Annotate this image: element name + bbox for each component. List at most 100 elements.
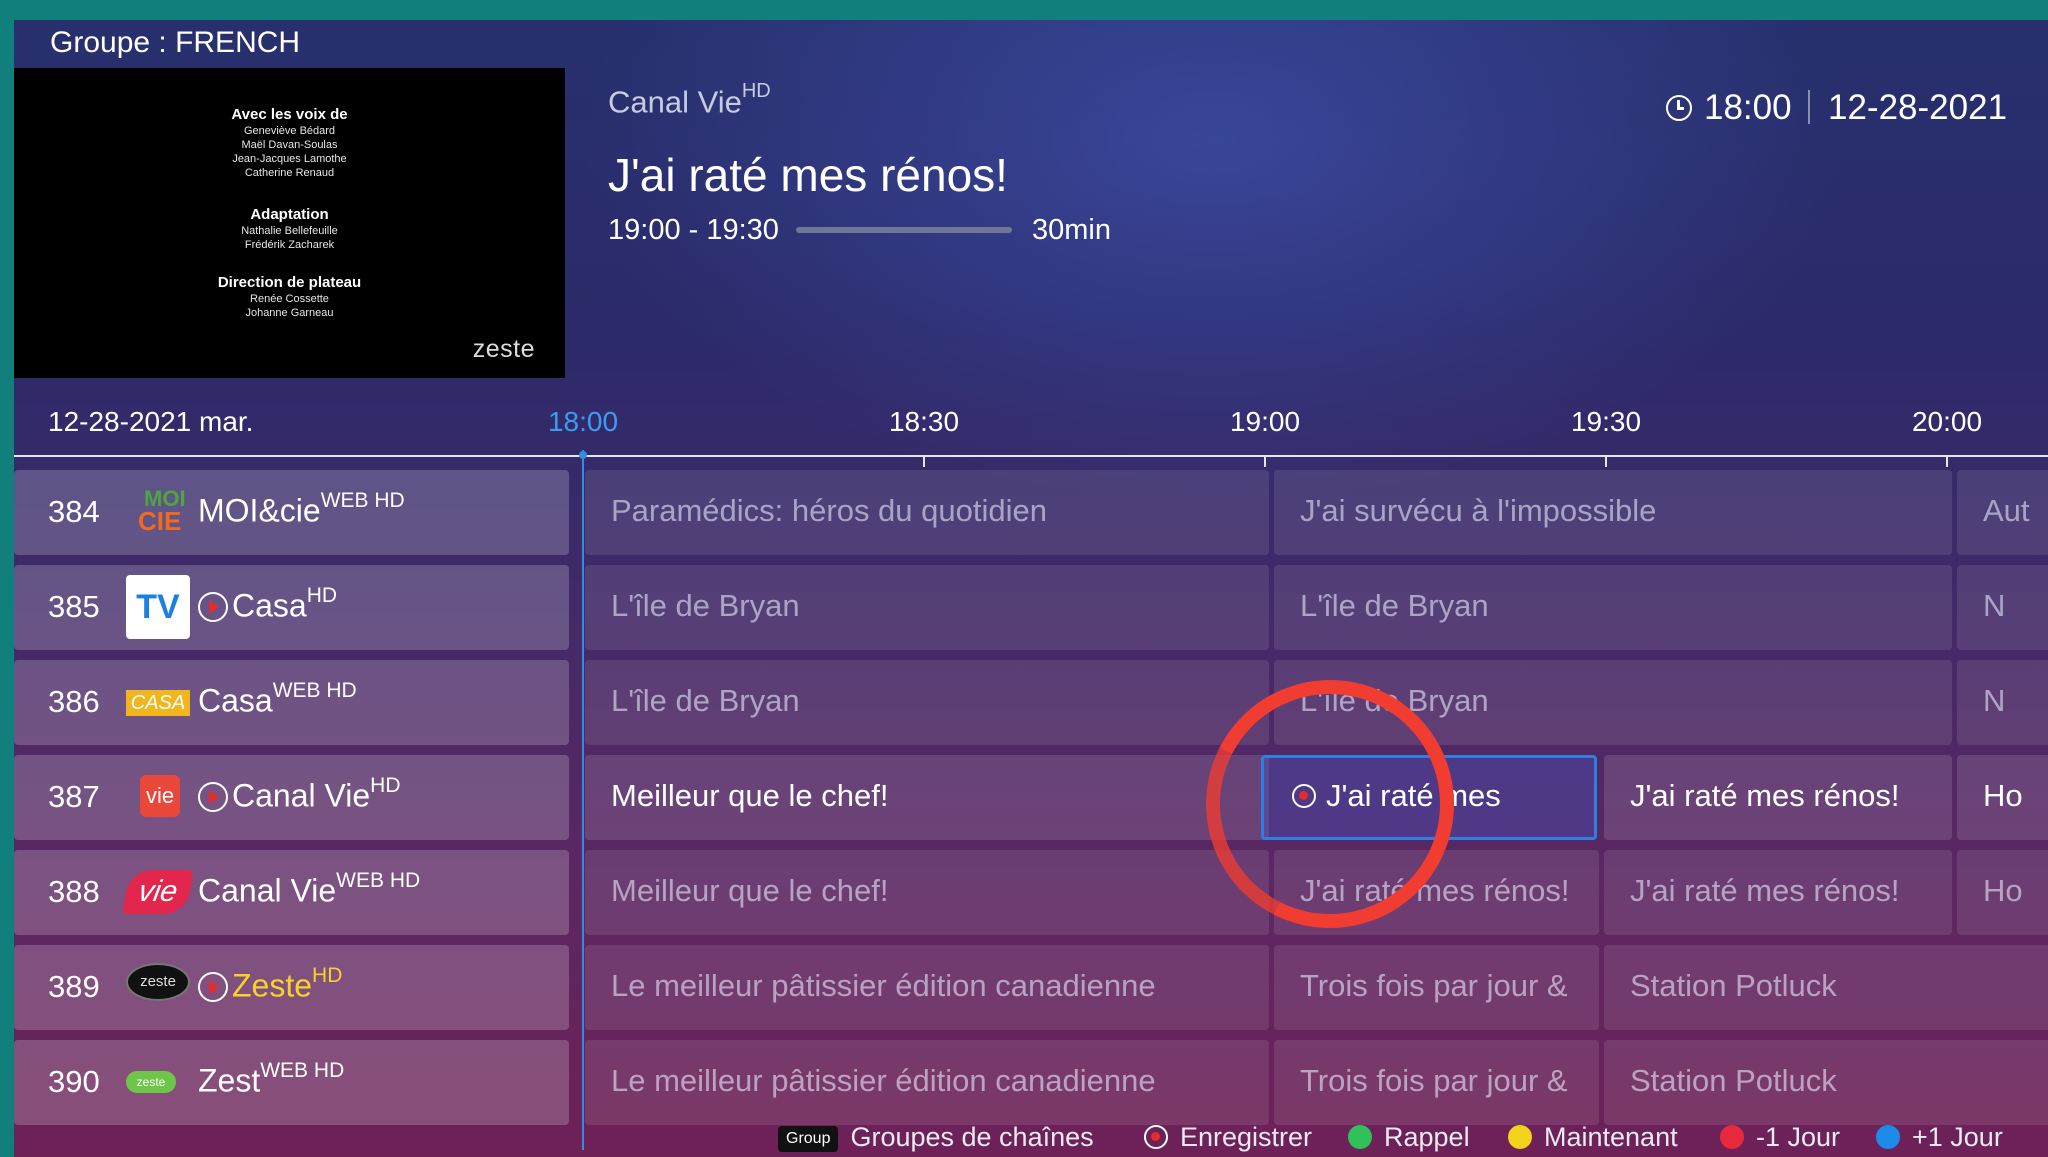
- program-cell[interactable]: Le meilleur pâtissier édition canadienne: [585, 1040, 1269, 1125]
- clock-time: 18:00: [1704, 88, 1792, 127]
- program-cell[interactable]: Le meilleur pâtissier édition canadienne: [585, 945, 1269, 1030]
- credit-line: Frédérik Zacharek: [244, 239, 335, 251]
- channel-name-text: Casa: [198, 682, 273, 719]
- credit-line: Johanne Garneau: [245, 307, 334, 319]
- channel-row: 389 zeste ZesteHD Le meilleur pâtissier …: [14, 945, 2048, 1030]
- channel-cell[interactable]: 389 zeste ZesteHD: [14, 945, 569, 1030]
- channel-name: CasaWEB HD: [198, 679, 357, 720]
- timeline-axis: [14, 455, 2048, 457]
- group-chip-icon: Group: [778, 1126, 839, 1152]
- channel-cell[interactable]: 384 MOI CIE MOI&cieWEB HD: [14, 470, 569, 555]
- current-time-marker: [579, 451, 587, 459]
- channel-cell[interactable]: 388 vie Canal VieWEB HD: [14, 850, 569, 935]
- group-label[interactable]: Groupe : FRENCH: [50, 26, 300, 60]
- legend-red[interactable]: -1 Jour: [1720, 1122, 1840, 1153]
- channel-number: 390: [48, 1064, 100, 1099]
- time-label: 19:30: [1570, 406, 1642, 437]
- program-cell[interactable]: N: [1957, 660, 2048, 745]
- catchup-icon: [198, 971, 228, 1002]
- channel-name: Canal VieWEB HD: [198, 869, 421, 910]
- legend-label: Groupes de chaînes: [850, 1122, 1094, 1152]
- credit-block: Adaptation Nathalie Bellefeuille Frédéri…: [14, 206, 565, 252]
- program-cell[interactable]: Trois fois par jour &: [1274, 1040, 1599, 1125]
- timeline-tick: [1946, 457, 1948, 467]
- channel-name: ZesteHD: [198, 964, 343, 1005]
- channel-badge: WEB HD: [272, 679, 357, 702]
- program-cell[interactable]: Paramédics: héros du quotidien: [585, 470, 1269, 555]
- program-cell[interactable]: Station Potluck: [1604, 945, 2048, 1030]
- channel-number: 387: [48, 779, 100, 814]
- timeline-tick: [1605, 457, 1607, 467]
- timeline-tick: [923, 457, 925, 467]
- channel-row: 386 CASA CasaWEB HD L'île de Bryan L'île…: [14, 660, 2048, 745]
- video-preview: Avec les voix de Geneviève Bédard Maël D…: [14, 68, 565, 378]
- program-cell[interactable]: L'île de Bryan: [585, 565, 1269, 650]
- program-cell[interactable]: Meilleur que le chef!: [585, 755, 1269, 840]
- legend-yellow[interactable]: Maintenant: [1508, 1122, 1678, 1153]
- time-label: 18:30: [888, 406, 960, 437]
- program-cell[interactable]: Ho: [1957, 850, 2048, 935]
- time-label: 20:00: [1911, 406, 1983, 437]
- channel-name: MOI&cieWEB HD: [198, 489, 405, 530]
- channel-name: ZestWEB HD: [198, 1059, 345, 1100]
- channel-row: 390 zeste ZestWEB HD Le meilleur pâtissi…: [14, 1040, 2048, 1125]
- channel-name-text: MOI&cie: [198, 492, 321, 529]
- channel-number: 384: [48, 494, 100, 529]
- blue-button-icon: [1876, 1125, 1900, 1149]
- channel-row: 388 vie Canal VieWEB HD Meilleur que le …: [14, 850, 2048, 935]
- channel-name: Canal VieHD: [198, 774, 401, 815]
- tv-logo: TV: [126, 575, 190, 639]
- program-cell[interactable]: Meilleur que le chef!: [585, 850, 1269, 935]
- channel-badge: HD: [312, 964, 343, 987]
- legend-label: Enregistrer: [1180, 1122, 1313, 1152]
- credit-block: Avec les voix de Geneviève Bédard Maël D…: [14, 106, 565, 180]
- channel-name-text: Canal Vie: [198, 872, 337, 909]
- credit-block: Direction de plateau Renée Cossette Joha…: [14, 274, 565, 320]
- program-cell[interactable]: Ho: [1957, 755, 2048, 840]
- zest-logo: zeste: [126, 1071, 176, 1093]
- program-cell[interactable]: J'ai survécu à l'impossible: [1274, 470, 1952, 555]
- program-cell[interactable]: Station Potluck: [1604, 1040, 2048, 1125]
- time-label: 18:00: [547, 406, 619, 437]
- program-cell[interactable]: J'ai raté mes rénos!: [1604, 755, 1952, 840]
- credit-title: Direction de plateau: [217, 274, 362, 291]
- program-cell[interactable]: Trois fois par jour &: [1274, 945, 1599, 1030]
- legend-blue[interactable]: +1 Jour: [1876, 1122, 2003, 1153]
- channel-name-text: Zeste: [232, 967, 313, 1004]
- channel-badge: WEB HD: [320, 489, 405, 512]
- program-cell[interactable]: J'ai raté mes rénos!: [1604, 850, 1952, 935]
- credit-line: Nathalie Bellefeuille: [241, 225, 338, 237]
- channel-row: 384 MOI CIE MOI&cieWEB HD Paramédics: hé…: [14, 470, 2048, 555]
- channel-badge: WEB HD: [260, 1059, 345, 1082]
- program-cell[interactable]: L'île de Bryan: [1274, 565, 1952, 650]
- channel-name-text: Canal Vie: [232, 777, 371, 814]
- channel-cell[interactable]: 386 CASA CasaWEB HD: [14, 660, 569, 745]
- channel-row: 385 TV CasaHD L'île de Bryan L'île de Br…: [14, 565, 2048, 650]
- legend-green[interactable]: Rappel: [1348, 1122, 1470, 1153]
- credit-title: Avec les voix de: [231, 106, 348, 123]
- clock-date: 12-28-2021: [1828, 88, 2008, 127]
- program-cell[interactable]: L'île de Bryan: [585, 660, 1269, 745]
- program-cell[interactable]: N: [1957, 565, 2048, 650]
- channel-name-text: Casa: [232, 587, 307, 624]
- clock-icon: [1666, 95, 1692, 121]
- channel-cell[interactable]: 387 vie Canal VieHD: [14, 755, 569, 840]
- channel-cell[interactable]: 385 TV CasaHD: [14, 565, 569, 650]
- catchup-icon: [198, 591, 228, 622]
- tv-guide-screen: Groupe : FRENCH Avec les voix de Geneviè…: [14, 20, 2048, 1157]
- casa-logo: CASA: [126, 690, 190, 716]
- channel-name-text: Zest: [198, 1062, 261, 1099]
- channel-cell[interactable]: 390 zeste ZestWEB HD: [14, 1040, 569, 1125]
- channel-badge: HD: [370, 774, 401, 797]
- vie-logo: vie: [122, 870, 194, 914]
- credit-line: Renée Cossette: [250, 293, 329, 305]
- timeline-tick: [1264, 457, 1266, 467]
- guide-date: 12-28-2021 mar.: [48, 406, 254, 437]
- program-cell[interactable]: Aut: [1957, 470, 2048, 555]
- legend-groups[interactable]: Group Groupes de chaînes: [778, 1122, 1094, 1153]
- legend-record[interactable]: Enregistrer: [1144, 1122, 1312, 1153]
- legend-label: Maintenant: [1544, 1122, 1678, 1152]
- time-label: 19:00: [1229, 406, 1301, 437]
- channel-badge: WEB HD: [336, 869, 421, 892]
- credit-line: Catherine Renaud: [244, 167, 335, 179]
